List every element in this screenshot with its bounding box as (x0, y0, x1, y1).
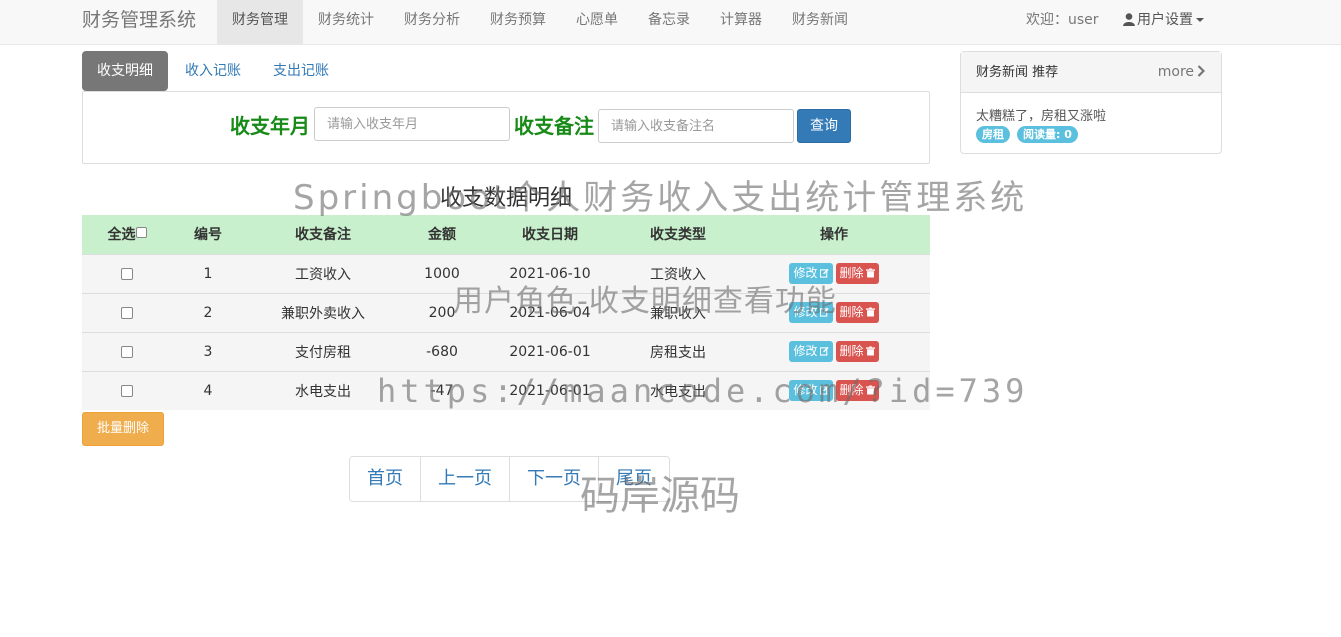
query-button[interactable]: 查询 (797, 109, 851, 143)
table-row: 2 兼职外卖收入 200 2021-06-04 兼职收入 修改 删除 (82, 292, 930, 332)
edit-icon (819, 346, 829, 356)
caret-down-icon (1196, 18, 1204, 22)
cell-date: 2021-06-04 (482, 292, 618, 332)
nav-finance-budget[interactable]: 财务预算 (475, 0, 561, 45)
cell-note: 水电支出 (244, 370, 402, 410)
delete-button[interactable]: 删除 (835, 380, 879, 402)
cell-date: 2021-06-01 (482, 370, 618, 410)
edit-button[interactable]: 修改 (789, 341, 833, 362)
cell-note: 兼职外卖收入 (244, 292, 402, 332)
cell-actions: 修改 删除 (738, 370, 930, 410)
welcome-text: 欢迎：user (1026, 12, 1099, 28)
brand-title[interactable]: 财务管理系统 (82, 0, 196, 45)
header-note: 收支备注 (244, 215, 402, 255)
search-panel: 收支年月 收支备注 查询 (82, 91, 930, 164)
main-nav: 财务管理 财务统计 财务分析 财务预算 心愿单 备忘录 计算器 财务新闻 (217, 0, 863, 45)
row-checkbox[interactable] (121, 306, 133, 319)
delete-button[interactable]: 删除 (835, 263, 879, 284)
news-tag-badge: 房租 (976, 126, 1010, 143)
delete-button[interactable]: 删除 (835, 341, 879, 362)
edit-icon (819, 268, 829, 278)
header-select-all: 全选 (82, 215, 172, 255)
header-id: 编号 (172, 215, 244, 255)
records-table: 全选 编号 收支备注 金额 收支日期 收支类型 操作 1 工资收入 1000 2… (82, 215, 930, 410)
edit-button[interactable]: 修改 (789, 380, 833, 402)
more-link[interactable]: more (1158, 52, 1206, 93)
note-label: 收支备注 (514, 114, 594, 138)
cell-id: 2 (172, 292, 244, 332)
table-row: 1 工资收入 1000 2021-06-10 工资收入 修改 删除 (82, 253, 930, 293)
row-checkbox[interactable] (121, 384, 133, 397)
tab-income-record[interactable]: 收入记账 (170, 51, 256, 91)
header-type: 收支类型 (618, 215, 738, 255)
cell-type: 工资收入 (618, 253, 738, 293)
cell-note: 支付房租 (244, 331, 402, 371)
cell-id: 1 (172, 253, 244, 293)
user-icon (1123, 13, 1135, 26)
page-first[interactable]: 首页 (350, 457, 420, 501)
chevron-right-icon (1197, 65, 1206, 77)
cell-amount: -47 (402, 370, 482, 410)
row-checkbox[interactable] (121, 345, 133, 358)
nav-finance-news[interactable]: 财务新闻 (777, 0, 863, 45)
record-tabs: 收支明细 收入记账 支出记账 (82, 51, 346, 91)
edit-icon (819, 307, 829, 317)
month-label: 收支年月 (230, 114, 310, 138)
tab-expense-record[interactable]: 支出记账 (258, 51, 344, 91)
header-amount: 金额 (402, 215, 482, 255)
table-row: 4 水电支出 -47 2021-06-01 水电支出 修改 删除 (82, 370, 930, 410)
user-settings-dropdown[interactable]: 用户设置 (1123, 0, 1204, 40)
cell-id: 4 (172, 370, 244, 410)
note-input[interactable] (598, 109, 794, 143)
news-item-title[interactable]: 太糟糕了，房租又涨啦 (976, 105, 1106, 124)
read-count-badge: 阅读量: 0 (1017, 126, 1078, 143)
nav-calculator[interactable]: 计算器 (705, 0, 777, 45)
trash-icon (865, 346, 875, 356)
edit-button[interactable]: 修改 (789, 302, 833, 323)
news-panel-title: 财务新闻 推荐 (976, 65, 1059, 80)
page-next[interactable]: 下一页 (509, 457, 598, 501)
nav-finance-management[interactable]: 财务管理 (217, 0, 303, 45)
header-date: 收支日期 (482, 215, 618, 255)
cell-amount: -680 (402, 331, 482, 371)
delete-button[interactable]: 删除 (835, 302, 879, 323)
cell-date: 2021-06-10 (482, 253, 618, 293)
nav-memo[interactable]: 备忘录 (633, 0, 705, 45)
user-settings-label: 用户设置 (1137, 12, 1193, 28)
cell-type: 房租支出 (618, 331, 738, 371)
page-prev[interactable]: 上一页 (420, 457, 509, 501)
trash-icon (865, 385, 875, 395)
select-all-checkbox[interactable] (135, 227, 147, 239)
nav-finance-statistics[interactable]: 财务统计 (303, 0, 389, 45)
cell-type: 兼职收入 (618, 292, 738, 332)
edit-button[interactable]: 修改 (789, 263, 833, 284)
nav-wishlist[interactable]: 心愿单 (561, 0, 633, 45)
trash-icon (865, 268, 875, 278)
edit-icon (819, 386, 829, 395)
page-last[interactable]: 尾页 (598, 457, 669, 501)
nav-finance-analysis[interactable]: 财务分析 (389, 0, 475, 45)
news-recommend-panel: 财务新闻 推荐 more 太糟糕了，房租又涨啦 房租 阅读量: 0 (960, 51, 1222, 154)
cell-actions: 修改 删除 (738, 292, 930, 332)
table-row: 3 支付房租 -680 2021-06-01 房租支出 修改 删除 (82, 331, 930, 371)
tab-income-expense-detail[interactable]: 收支明细 (82, 51, 168, 91)
batch-delete-button[interactable]: 批量删除 (82, 412, 164, 446)
cell-amount: 1000 (402, 253, 482, 293)
month-input[interactable] (314, 107, 510, 141)
cell-type: 水电支出 (618, 370, 738, 410)
top-navbar: 财务管理系统 财务管理 财务统计 财务分析 财务预算 心愿单 备忘录 计算器 财… (0, 0, 1341, 45)
table-header-row: 全选 编号 收支备注 金额 收支日期 收支类型 操作 (82, 215, 930, 255)
pagination: 首页 上一页 下一页 尾页 (349, 456, 670, 502)
cell-id: 3 (172, 331, 244, 371)
table-title: 收支数据明细 (439, 186, 572, 211)
cell-note: 工资收入 (244, 253, 402, 293)
trash-icon (865, 307, 875, 317)
news-panel-header: 财务新闻 推荐 more (961, 52, 1221, 93)
cell-actions: 修改 删除 (738, 331, 930, 371)
header-actions: 操作 (738, 215, 930, 255)
cell-actions: 修改 删除 (738, 253, 930, 293)
cell-amount: 200 (402, 292, 482, 332)
cell-date: 2021-06-01 (482, 331, 618, 371)
row-checkbox[interactable] (121, 267, 133, 280)
